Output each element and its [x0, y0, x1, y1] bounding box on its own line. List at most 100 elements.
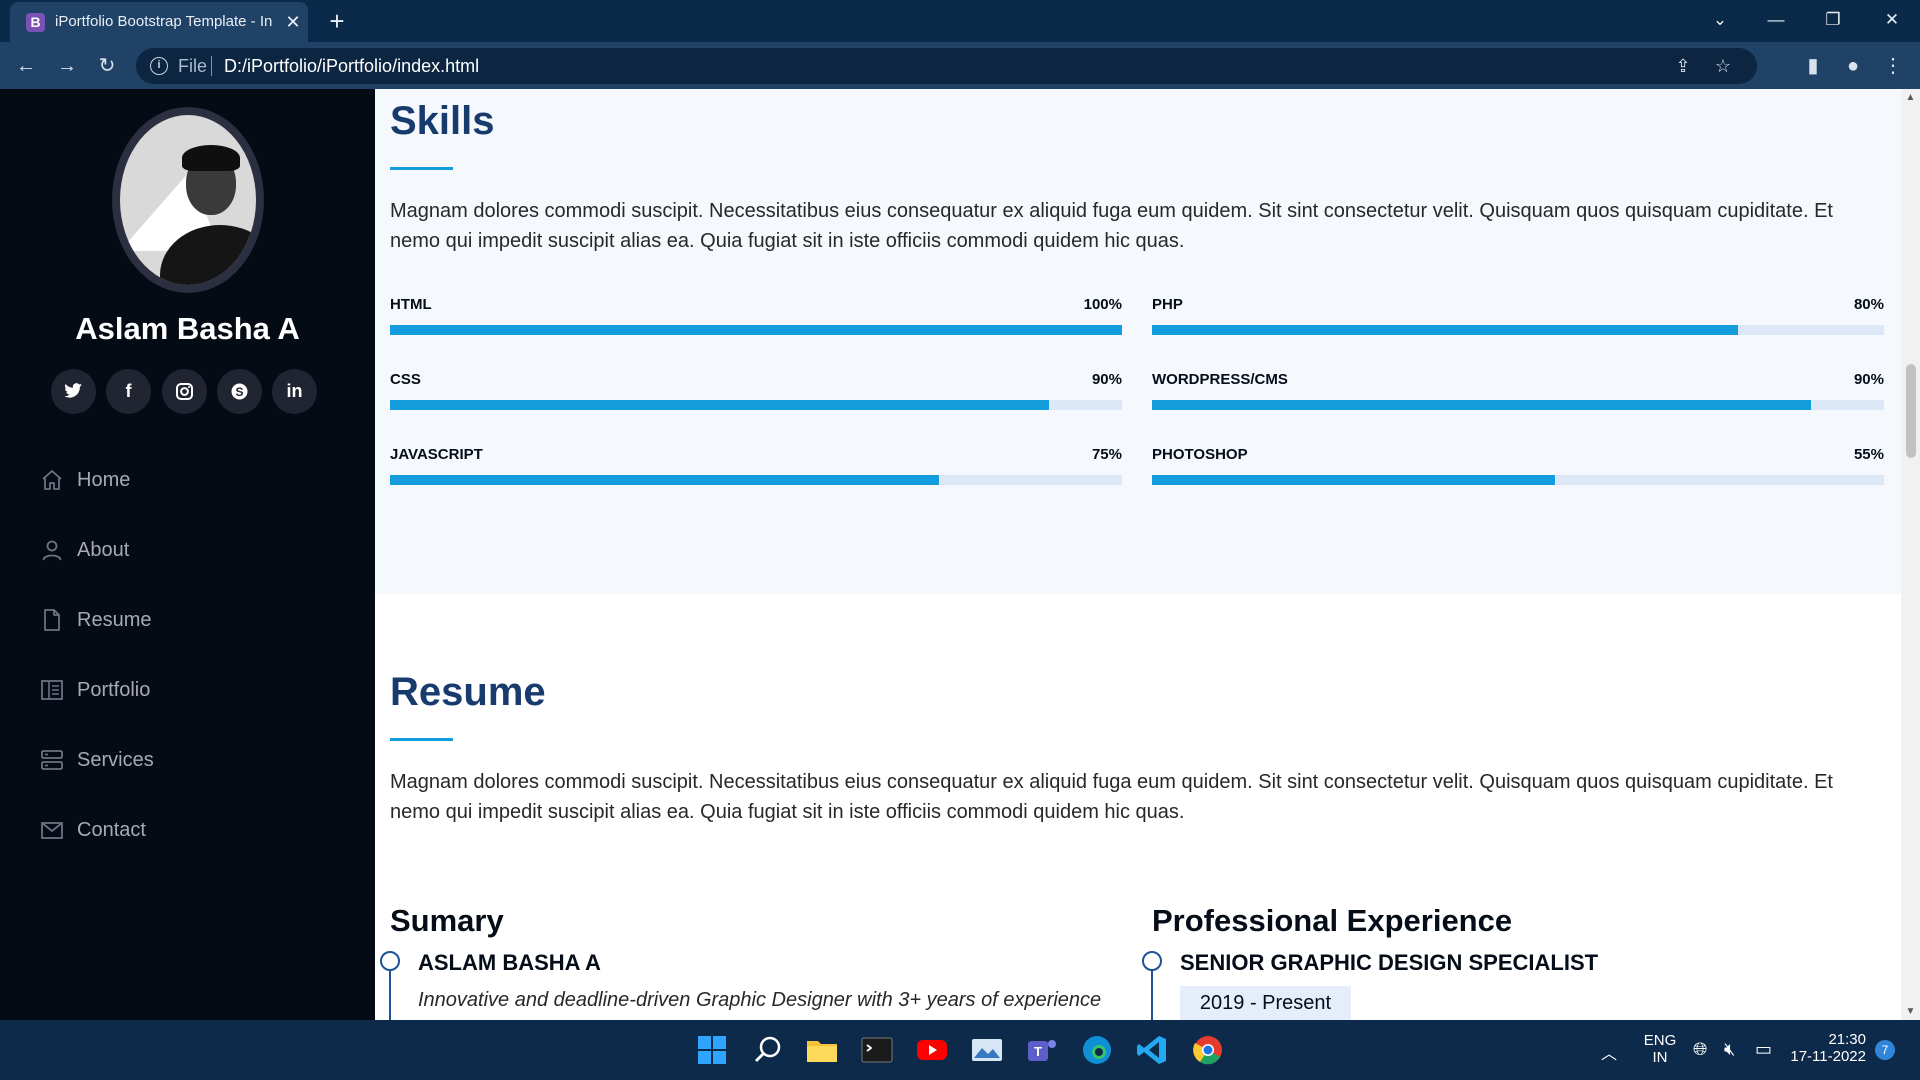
- skill-progress-fill: [390, 325, 1122, 335]
- page-scrollbar[interactable]: ▲ ▼: [1901, 89, 1920, 1020]
- nav-label-about: About: [77, 539, 130, 561]
- skill-progress-fill: [1152, 400, 1811, 410]
- file-explorer-icon[interactable]: [804, 1032, 840, 1068]
- instagram-icon[interactable]: [162, 369, 207, 414]
- omnibox-divider: [211, 56, 212, 76]
- clock[interactable]: 21:30 17-11-2022: [1790, 1031, 1866, 1065]
- profile-name: Aslam Basha A: [75, 311, 300, 346]
- resume-title: Resume: [390, 670, 546, 714]
- vscode-icon[interactable]: [1134, 1032, 1170, 1068]
- twitter-icon[interactable]: [51, 369, 96, 414]
- side-panel-icon[interactable]: ▮: [1797, 50, 1829, 82]
- skill-percent: 75%: [1091, 446, 1122, 463]
- network-globe-icon[interactable]: 🌐︎: [1693, 1039, 1707, 1060]
- svg-text:S: S: [235, 385, 243, 399]
- tray-chevron-up-icon[interactable]: ︿: [1601, 1040, 1617, 1064]
- facebook-icon[interactable]: f: [106, 369, 151, 414]
- browser-toolbar: ← → ↻ i File D:/iPortfolio/iPortfolio/in…: [0, 42, 1920, 89]
- experience-date-badge: 2019 - Present: [1180, 986, 1351, 1020]
- avatar-hair: [182, 145, 240, 171]
- skill-name: PHP: [1152, 296, 1183, 313]
- youtube-icon[interactable]: [914, 1032, 950, 1068]
- reload-button[interactable]: ↻: [91, 50, 123, 82]
- skill-progress-fill: [390, 475, 939, 485]
- teams-icon[interactable]: T: [1024, 1032, 1060, 1068]
- forward-button[interactable]: →: [51, 50, 83, 82]
- clock-date: 17-11-2022: [1790, 1048, 1866, 1065]
- nav-item-portfolio[interactable]: Portfolio: [40, 670, 340, 710]
- linkedin-icon[interactable]: in: [272, 369, 317, 414]
- summary-name: ASLAM BASHA A: [418, 950, 601, 975]
- windows-start-icon[interactable]: [694, 1032, 730, 1068]
- skill-percent: 80%: [1853, 296, 1884, 313]
- restore-button[interactable]: ❐: [1813, 0, 1853, 40]
- region-code: IN: [1652, 1049, 1668, 1066]
- notification-badge[interactable]: 7: [1875, 1040, 1895, 1060]
- tab-search-chevron-icon[interactable]: ⌄: [1700, 0, 1740, 40]
- address-bar[interactable]: i File D:/iPortfolio/iPortfolio/index.ht…: [136, 48, 1757, 84]
- nav-label-contact: Contact: [77, 819, 146, 841]
- bookmark-star-icon[interactable]: ☆: [1712, 55, 1734, 77]
- chrome-icon[interactable]: [1190, 1032, 1226, 1068]
- share-icon[interactable]: ⇪: [1672, 55, 1694, 77]
- new-tab-button[interactable]: +: [322, 6, 352, 36]
- skill-name: PHOTOSHOP: [1152, 446, 1248, 463]
- photos-icon[interactable]: [969, 1032, 1005, 1068]
- browser-tab-strip: B iPortfolio Bootstrap Template - In ✕ +…: [0, 0, 1920, 42]
- nav-label-services: Services: [77, 749, 154, 771]
- tab-close-icon[interactable]: ✕: [282, 10, 304, 34]
- volume-muted-icon[interactable]: 🔇︎: [1724, 1039, 1735, 1060]
- edge-icon[interactable]: [1079, 1032, 1115, 1068]
- minimize-button[interactable]: —: [1756, 0, 1796, 40]
- bootstrap-favicon-icon: B: [26, 13, 45, 32]
- main-content: Skills Magnam dolores commodi suscipit. …: [375, 89, 1901, 1020]
- skype-icon[interactable]: S: [217, 369, 262, 414]
- nav-item-services[interactable]: Services: [40, 740, 340, 780]
- file-label: File: [178, 56, 208, 76]
- back-button[interactable]: ←: [10, 50, 42, 82]
- nav-item-resume[interactable]: Resume: [40, 600, 340, 640]
- skill-progress-track: [1152, 325, 1884, 335]
- person-icon: [42, 540, 62, 561]
- close-window-button[interactable]: ✕: [1872, 0, 1912, 40]
- search-icon[interactable]: [750, 1032, 786, 1068]
- language-indicator[interactable]: ENG IN: [1640, 1032, 1680, 1066]
- nav-label-home: Home: [77, 469, 131, 491]
- skills-title: Skills: [390, 99, 495, 143]
- url-text[interactable]: D:/iPortfolio/iPortfolio/index.html: [224, 56, 479, 77]
- skill-progress-track: [390, 325, 1122, 335]
- scrollbar-thumb[interactable]: [1906, 364, 1916, 458]
- terminal-icon[interactable]: [859, 1032, 895, 1068]
- file-icon: [44, 609, 60, 631]
- clock-time: 21:30: [1828, 1031, 1866, 1048]
- skill-progress-track: [390, 475, 1122, 485]
- skill-percent: 90%: [1853, 371, 1884, 388]
- nav-item-contact[interactable]: Contact: [40, 810, 340, 850]
- skill-name: CSS: [390, 371, 421, 388]
- nav-item-about[interactable]: About: [40, 530, 340, 570]
- taskbar: T ︿ ENG IN 🌐︎ 🔇︎ ▭ 21:30 17-11-2022 7: [0, 1020, 1920, 1080]
- skill-name: WORDPRESS/CMS: [1152, 371, 1288, 388]
- profile-icon[interactable]: ●: [1837, 50, 1869, 82]
- skill-progress-fill: [1152, 475, 1555, 485]
- skill-progress-track: [1152, 475, 1884, 485]
- info-icon[interactable]: i: [150, 57, 168, 75]
- browser-tab[interactable]: B iPortfolio Bootstrap Template - In ✕: [10, 2, 308, 42]
- home-icon: [42, 470, 62, 490]
- experience-heading: Professional Experience: [1152, 903, 1513, 938]
- nav-label-portfolio: Portfolio: [77, 679, 151, 701]
- nav-item-home[interactable]: Home: [40, 460, 340, 500]
- battery-icon[interactable]: ▭: [1755, 1039, 1772, 1060]
- summary-timeline-dot: [380, 951, 400, 971]
- nav-label-resume: Resume: [77, 609, 152, 631]
- menu-kebab-icon[interactable]: ⋮: [1877, 50, 1909, 82]
- scroll-down-arrow-icon[interactable]: ▼: [1901, 1003, 1920, 1020]
- experience-timeline-dot: [1142, 951, 1162, 971]
- resume-title-underline: [390, 738, 453, 741]
- scroll-up-arrow-icon[interactable]: ▲: [1901, 89, 1920, 106]
- skills-title-underline: [390, 167, 453, 170]
- skill-percent: 100%: [1083, 296, 1122, 313]
- avatar: [112, 107, 264, 293]
- book-icon: [41, 680, 63, 700]
- skill-percent: 90%: [1091, 371, 1122, 388]
